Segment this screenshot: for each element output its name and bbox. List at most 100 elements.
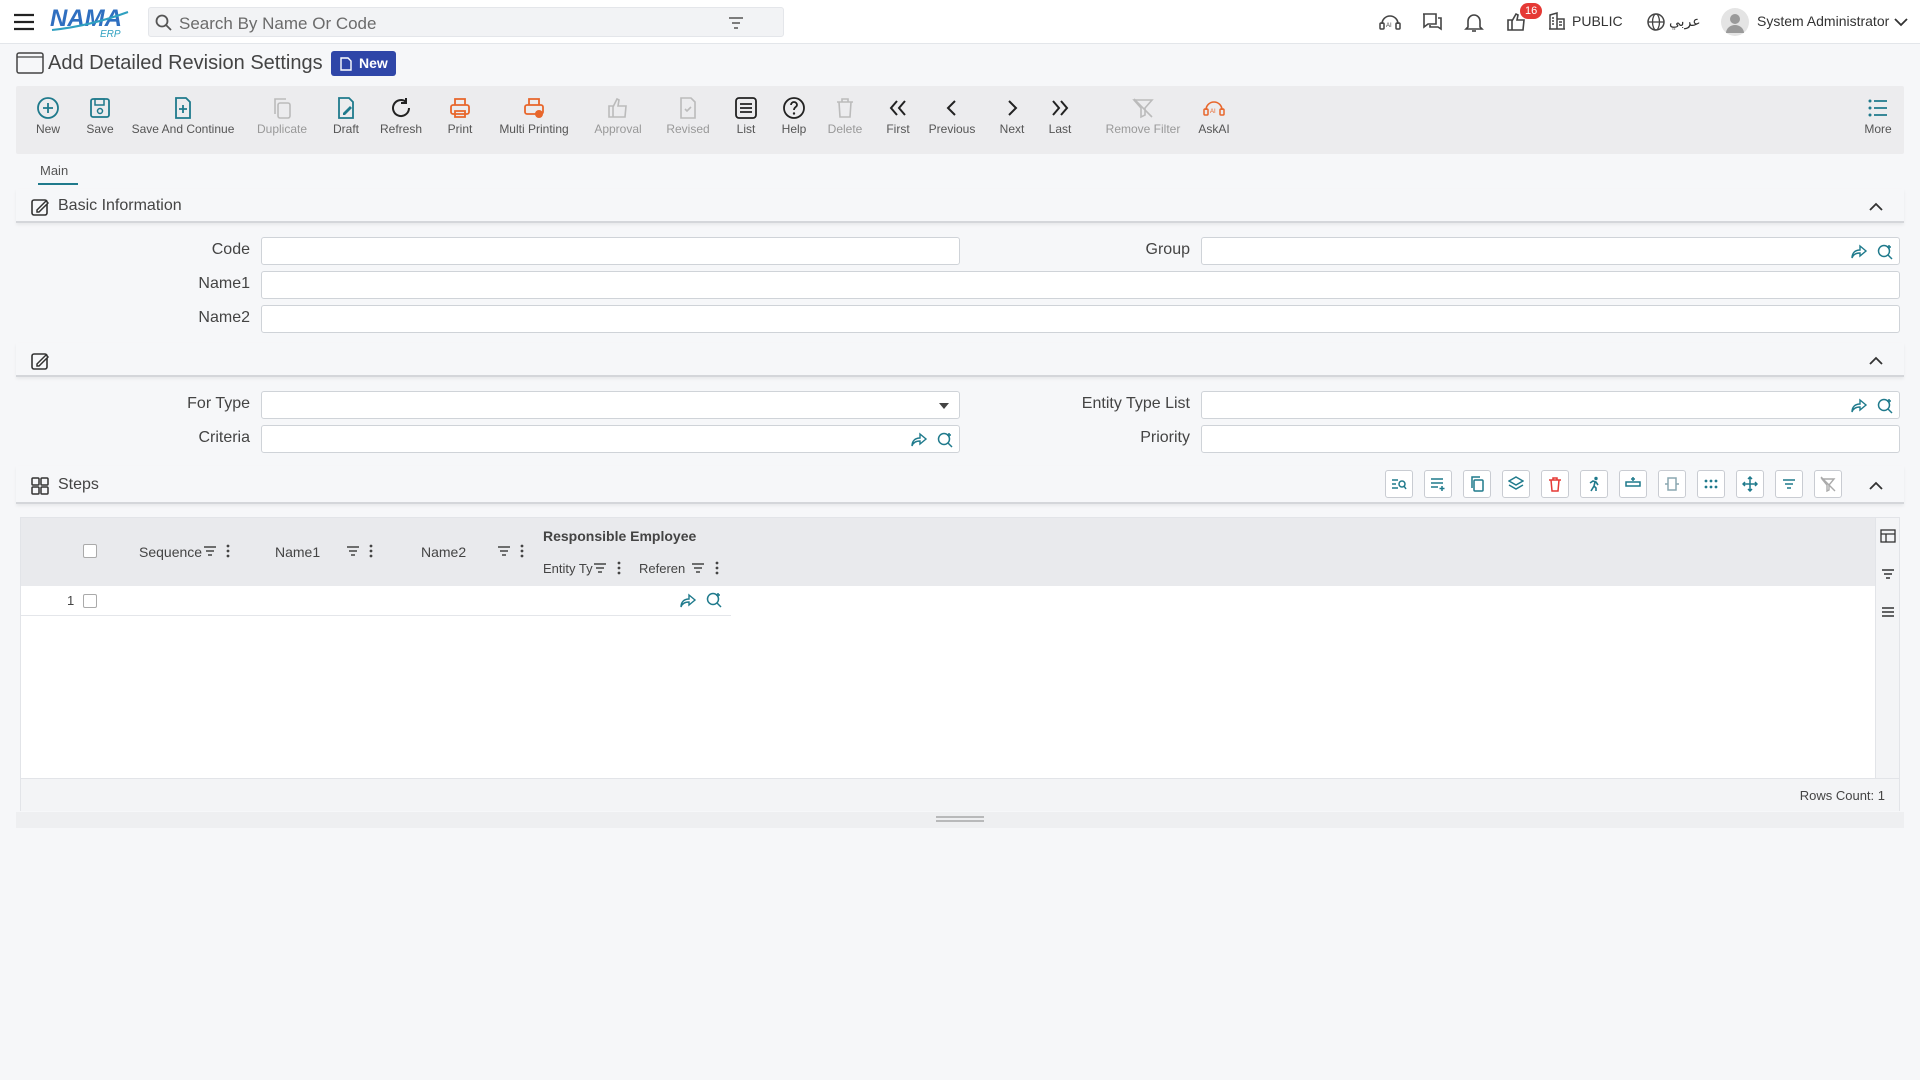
filter-icon[interactable] bbox=[1880, 566, 1896, 582]
basic-information-title: Basic Information bbox=[58, 197, 182, 214]
column-menu-icon[interactable] bbox=[715, 561, 719, 575]
table-row[interactable]: 1 bbox=[21, 586, 731, 616]
column-menu-icon[interactable] bbox=[617, 561, 621, 575]
insert-row-button[interactable] bbox=[1619, 470, 1647, 498]
last-button[interactable]: Last bbox=[1040, 86, 1080, 154]
duplicate-button[interactable]: Duplicate bbox=[252, 86, 312, 154]
col-entity-type[interactable]: Entity Ty bbox=[543, 561, 593, 576]
delete-button[interactable]: Delete bbox=[820, 86, 870, 154]
criteria-field[interactable] bbox=[261, 425, 960, 453]
document-icon bbox=[340, 57, 352, 71]
share-arrow-icon[interactable] bbox=[1850, 243, 1868, 261]
search-bar[interactable] bbox=[148, 7, 784, 37]
share-arrow-icon[interactable] bbox=[1850, 397, 1868, 415]
chevron-up-icon[interactable] bbox=[1868, 199, 1884, 215]
building-icon[interactable] bbox=[1547, 11, 1571, 35]
col-name2[interactable]: Name2 bbox=[421, 544, 466, 560]
filter-off-icon bbox=[1820, 476, 1836, 492]
save-and-continue-button[interactable]: Save And Continue bbox=[128, 86, 238, 154]
delete-row-button[interactable] bbox=[1541, 470, 1569, 498]
chevron-up-icon[interactable] bbox=[1868, 353, 1884, 369]
basic-information-header[interactable]: Basic Information bbox=[16, 189, 1904, 223]
revised-button[interactable]: Revised bbox=[660, 86, 716, 154]
chat-icon[interactable] bbox=[1420, 10, 1444, 34]
search-add-icon[interactable] bbox=[1876, 243, 1894, 261]
for-type-select[interactable] bbox=[261, 391, 960, 419]
avatar[interactable] bbox=[1721, 8, 1749, 36]
search-add-icon[interactable] bbox=[936, 431, 954, 449]
column-menu-icon[interactable] bbox=[369, 544, 373, 558]
priority-field[interactable] bbox=[1201, 425, 1900, 453]
filter-icon[interactable] bbox=[727, 14, 745, 32]
code-label: Code bbox=[211, 241, 250, 258]
search-add-icon[interactable] bbox=[1876, 397, 1894, 415]
column-menu-icon[interactable] bbox=[520, 544, 524, 558]
copy-row-button[interactable] bbox=[1463, 470, 1491, 498]
branch-label[interactable]: PUBLIC bbox=[1572, 13, 1623, 29]
save-button[interactable]: Save bbox=[78, 86, 122, 154]
bell-icon[interactable] bbox=[1462, 10, 1486, 34]
col-name1[interactable]: Name1 bbox=[275, 544, 320, 560]
user-name[interactable]: System Administrator bbox=[1757, 13, 1889, 29]
col-reference[interactable]: Referen bbox=[639, 561, 685, 576]
entity-type-list-field[interactable] bbox=[1201, 391, 1900, 419]
askai-button[interactable]: AI AskAI bbox=[1192, 86, 1236, 154]
name2-field[interactable] bbox=[261, 305, 1900, 333]
draft-button[interactable]: Draft bbox=[326, 86, 366, 154]
column-filter-icon[interactable] bbox=[691, 562, 705, 574]
row-checkbox[interactable] bbox=[83, 594, 97, 608]
search-add-icon[interactable] bbox=[705, 591, 723, 609]
column-menu-icon[interactable] bbox=[226, 544, 230, 558]
share-arrow-icon[interactable] bbox=[679, 592, 697, 610]
menu-icon[interactable] bbox=[12, 10, 36, 34]
grid-filter-button[interactable] bbox=[1775, 470, 1803, 498]
grid-header: Sequence Name1 Name2 Responsible Employe… bbox=[21, 518, 1877, 586]
print-button[interactable]: Print bbox=[440, 86, 480, 154]
column-button[interactable] bbox=[1658, 470, 1686, 498]
multi-printing-button[interactable]: Multi Printing bbox=[492, 86, 576, 154]
remove-filter-label: Remove Filter bbox=[1105, 122, 1181, 136]
share-arrow-icon[interactable] bbox=[910, 431, 928, 449]
add-row-button[interactable] bbox=[1424, 470, 1452, 498]
column-filter-icon[interactable] bbox=[203, 545, 217, 557]
resize-handle-bar[interactable] bbox=[16, 812, 1904, 828]
first-button[interactable]: First bbox=[878, 86, 918, 154]
new-button[interactable]: New bbox=[26, 86, 70, 154]
next-button[interactable]: Next bbox=[992, 86, 1032, 154]
move-button[interactable] bbox=[1736, 470, 1764, 498]
list-button[interactable]: List bbox=[726, 86, 766, 154]
tab-main[interactable]: Main bbox=[40, 163, 68, 178]
menu-icon[interactable] bbox=[1880, 604, 1896, 620]
name1-field[interactable] bbox=[261, 271, 1900, 299]
chevron-down-icon[interactable] bbox=[1893, 14, 1917, 38]
language-switch[interactable]: عربي bbox=[1669, 13, 1701, 30]
group-field[interactable] bbox=[1201, 237, 1900, 265]
approval-button[interactable]: Approval bbox=[588, 86, 648, 154]
col-sequence[interactable]: Sequence bbox=[139, 544, 202, 560]
previous-button[interactable]: Previous bbox=[924, 86, 980, 154]
dropdown-caret-icon[interactable] bbox=[938, 402, 950, 410]
grid-search-button[interactable] bbox=[1385, 470, 1413, 498]
ai-assistant-icon[interactable]: AI bbox=[1378, 10, 1402, 34]
remove-filter-button[interactable]: Remove Filter bbox=[1098, 86, 1188, 154]
help-button[interactable]: Help bbox=[774, 86, 814, 154]
dots-button[interactable] bbox=[1697, 470, 1725, 498]
drag-handle-icon[interactable] bbox=[935, 816, 985, 822]
table-columns-icon[interactable] bbox=[1880, 528, 1896, 544]
more-button[interactable]: More bbox=[1858, 86, 1898, 154]
select-all-checkbox[interactable] bbox=[83, 544, 97, 558]
grid-remove-filter-button[interactable] bbox=[1814, 470, 1842, 498]
filter-off-icon bbox=[1132, 98, 1154, 119]
code-field[interactable] bbox=[261, 237, 960, 265]
search-input[interactable] bbox=[179, 14, 739, 34]
column-filter-icon[interactable] bbox=[346, 545, 360, 557]
criteria-section-header[interactable] bbox=[16, 343, 1904, 377]
run-button[interactable] bbox=[1580, 470, 1608, 498]
layers-button[interactable] bbox=[1502, 470, 1530, 498]
app-logo[interactable]: NAMA ERP bbox=[50, 4, 132, 38]
column-filter-icon[interactable] bbox=[497, 545, 511, 557]
chevron-up-icon[interactable] bbox=[1868, 478, 1884, 494]
globe-icon[interactable] bbox=[1646, 12, 1670, 36]
column-filter-icon[interactable] bbox=[593, 562, 607, 574]
refresh-button[interactable]: Refresh bbox=[376, 86, 426, 154]
